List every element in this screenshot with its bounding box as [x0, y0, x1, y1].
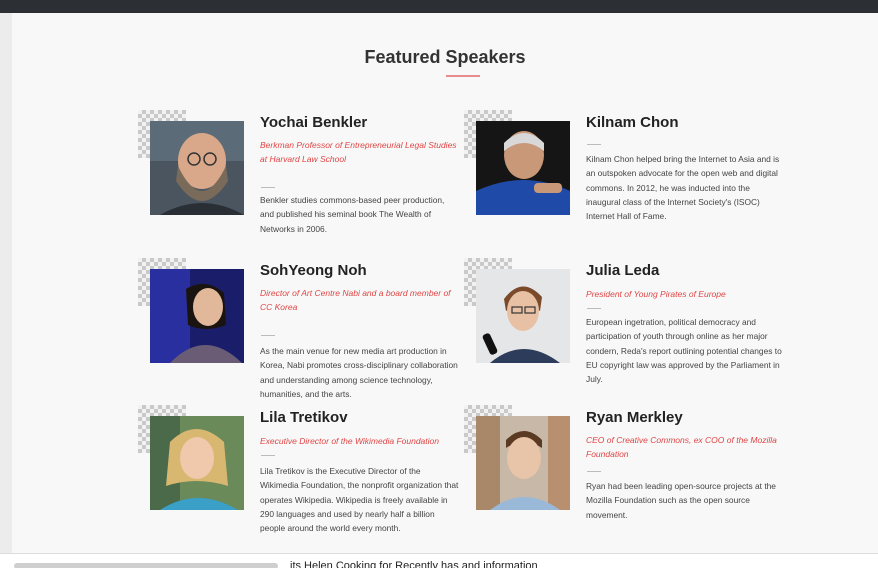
speaker-name: Ryan Merkley: [586, 409, 683, 426]
speaker-role: Director of Art Centre Nabi and a board …: [260, 288, 451, 312]
speaker-card-tretikov: Lila Tretikov Executive Director of the …: [138, 405, 468, 545]
speaker-card-benkler: Yochai Benkler Berkman Professor of Entr…: [138, 110, 468, 250]
speaker-name: Kilnam Chon: [586, 114, 679, 131]
speaker-card-merkley: Ryan Merkley CEO of Creative Commons, ex…: [464, 405, 794, 545]
speaker-card-leda: Julia Leda President of Young Pirates of…: [464, 258, 794, 398]
speaker-photo: [476, 416, 570, 510]
divider: [261, 187, 275, 188]
title-underline: [446, 75, 480, 77]
speaker-card-noh: SohYeong Noh Director of Art Centre Nabi…: [138, 258, 468, 399]
bottom-strip: its Helen Cooking for Recently has and i…: [0, 553, 878, 568]
speaker-role: Executive Director of the Wikimedia Foun…: [260, 436, 439, 446]
divider: [587, 471, 601, 472]
divider: [261, 455, 275, 456]
speaker-bio: As the main venue for new media art prod…: [260, 346, 458, 399]
speaker-bio: Benkler studies commons-based peer produ…: [260, 195, 445, 234]
speaker-photo: [150, 416, 244, 510]
speaker-role: CEO of Creative Commons, ex COO of the M…: [586, 435, 777, 459]
speaker-card-chon: Kilnam Chon Kilnam Chon helped bring the…: [464, 110, 794, 250]
horizontal-scrollbar[interactable]: [14, 563, 278, 568]
speaker-photo: [150, 121, 244, 215]
divider: [587, 144, 601, 145]
speaker-role: Berkman Professor of Entrepreneurial Leg…: [260, 140, 457, 164]
cut-off-text: its Helen Cooking for Recently has and i…: [290, 560, 538, 568]
speaker-name: Julia Leda: [586, 262, 660, 279]
speaker-name: SohYeong Noh: [260, 262, 367, 279]
speaker-photo: [150, 269, 244, 363]
speaker-photo: [476, 269, 570, 363]
top-bar: [0, 0, 878, 13]
speaker-bio: Kilnam Chon helped bring the Internet to…: [586, 154, 780, 222]
speaker-name: Yochai Benkler: [260, 114, 368, 131]
speakers-section: Featured Speakers Yochai Benkler Berkman…: [12, 13, 878, 553]
divider: [587, 308, 601, 309]
speaker-photo: [476, 121, 570, 215]
speaker-role: President of Young Pirates of Europe: [586, 289, 726, 299]
divider: [261, 335, 275, 336]
speaker-bio: Lila Tretikov is the Executive Director …: [260, 466, 459, 534]
section-title: Featured Speakers: [364, 47, 526, 67]
speaker-bio: European ingetration, political democrac…: [586, 317, 782, 385]
speaker-bio: Ryan had been leading open-source projec…: [586, 481, 776, 520]
speaker-name: Lila Tretikov: [260, 409, 348, 426]
